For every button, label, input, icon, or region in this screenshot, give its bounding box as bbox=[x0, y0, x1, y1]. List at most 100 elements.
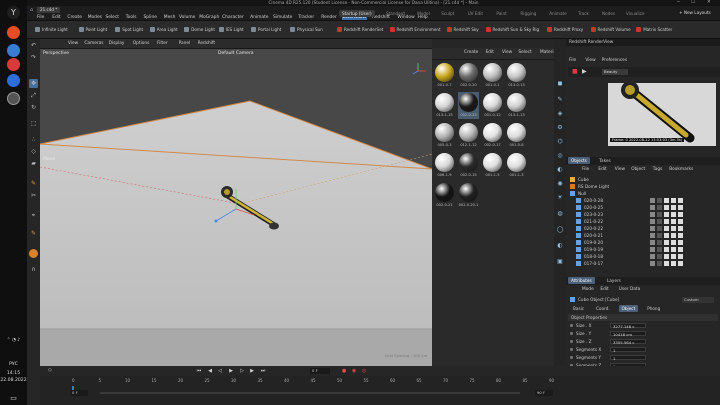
tag-icon[interactable] bbox=[657, 247, 662, 252]
menu-mesh[interactable]: Mesh bbox=[164, 15, 176, 20]
toolbar-item-0[interactable]: Infinite Light bbox=[35, 24, 68, 36]
field-value[interactable]: 1 bbox=[610, 355, 646, 361]
tag-icon[interactable] bbox=[678, 205, 683, 210]
material-menu-create[interactable]: Create bbox=[464, 50, 478, 55]
new-layouts-button[interactable]: + New Layouts bbox=[679, 10, 711, 15]
menu-tracker[interactable]: Tracker bbox=[298, 15, 314, 20]
cube-icon[interactable]: ◼ bbox=[555, 79, 565, 89]
toolbar-item-5[interactable]: IES Light bbox=[218, 24, 244, 36]
clock-time[interactable]: 14:15 bbox=[0, 371, 27, 376]
language-indicator[interactable]: РУС bbox=[0, 362, 27, 367]
tag-icon[interactable] bbox=[671, 219, 676, 224]
magnet-icon[interactable]: ∩ bbox=[29, 265, 38, 274]
prev-frame-icon[interactable]: ◁ bbox=[216, 367, 224, 375]
tag-icon[interactable] bbox=[678, 226, 683, 231]
material-menu-edit[interactable]: Edit bbox=[486, 50, 494, 55]
object-row[interactable]: 017-0-17 bbox=[566, 260, 720, 267]
object-row[interactable]: 018-0-18 bbox=[566, 253, 720, 260]
viewport-menu-cameras[interactable]: Cameras bbox=[84, 41, 103, 46]
next-frame-icon[interactable]: ▷ bbox=[238, 367, 246, 375]
prev-key-icon[interactable]: ◀ bbox=[206, 367, 214, 375]
object-row[interactable]: 019-0-20 bbox=[566, 239, 720, 246]
tag-icon[interactable] bbox=[664, 219, 669, 224]
messenger-icon[interactable] bbox=[7, 44, 20, 57]
tag-icon[interactable] bbox=[671, 212, 676, 217]
material-menu-view[interactable]: View bbox=[502, 50, 512, 55]
tag-icon[interactable] bbox=[650, 233, 655, 238]
tag-icon[interactable] bbox=[650, 198, 655, 203]
tag-icon[interactable] bbox=[650, 226, 655, 231]
points-mode-icon[interactable]: ∴ bbox=[29, 135, 38, 144]
attribute-subtab-object[interactable]: Object bbox=[618, 305, 639, 312]
material-swatch[interactable]: 013-1-13 bbox=[506, 92, 527, 119]
attributes-menu-mode[interactable]: Mode bbox=[582, 287, 594, 292]
range-slider[interactable] bbox=[100, 392, 520, 394]
autokey-icon[interactable]: ◉ bbox=[350, 367, 358, 375]
objects-menu-view[interactable]: View bbox=[615, 167, 625, 172]
end-frame-field[interactable]: 90 F bbox=[535, 390, 553, 396]
object-row[interactable]: 020-0-22 bbox=[566, 225, 720, 232]
yandex-icon[interactable]: Y bbox=[7, 6, 20, 19]
paint-icon[interactable]: ✎ bbox=[29, 229, 38, 238]
file-tab[interactable]: 21.c4d * bbox=[37, 7, 61, 13]
toolbar-item-7[interactable]: Physical Sun bbox=[290, 24, 323, 36]
redshift-icon[interactable] bbox=[29, 249, 38, 258]
attribute-subtab-basic[interactable]: Basic bbox=[570, 305, 587, 312]
render-stop-icon[interactable]: ■ bbox=[572, 68, 578, 75]
tag-icon[interactable] bbox=[671, 226, 676, 231]
scale-tool-icon[interactable]: ⤢ bbox=[29, 91, 38, 100]
menu-modes[interactable]: Modes bbox=[88, 15, 102, 20]
toolbar-item-13[interactable]: Redshift Volume bbox=[590, 24, 631, 36]
attribute-subtab-coord[interactable]: Coord. bbox=[593, 305, 613, 312]
field-value[interactable]: 1 bbox=[610, 347, 646, 353]
tag-icon[interactable] bbox=[678, 261, 683, 266]
tag-icon[interactable] bbox=[678, 198, 683, 203]
deformer-icon[interactable]: ⌬ bbox=[555, 137, 565, 147]
tag-icon[interactable] bbox=[657, 226, 662, 231]
tag-icon[interactable] bbox=[678, 219, 683, 224]
tag-icon[interactable] bbox=[664, 212, 669, 217]
camera-icon[interactable]: ◉ bbox=[555, 179, 565, 189]
tray-icons[interactable]: ⌃ ◔ ♪ bbox=[0, 338, 27, 343]
attributes-menu-user-data[interactable]: User Data bbox=[619, 287, 640, 292]
renderview-menu-preferences[interactable]: Preferences bbox=[602, 58, 627, 63]
layout-tab-10[interactable]: Visualize bbox=[623, 10, 647, 17]
tag-icon[interactable] bbox=[657, 198, 662, 203]
current-frame-field[interactable]: 0 F bbox=[310, 368, 330, 374]
tag-icon[interactable] bbox=[650, 261, 655, 266]
toolbar-item-9[interactable]: Redshift Environment bbox=[389, 24, 441, 36]
viewport-menu-view[interactable]: View bbox=[68, 41, 78, 46]
tag-icon[interactable] bbox=[671, 254, 676, 259]
viewport-menu-options[interactable]: Options bbox=[133, 41, 150, 46]
material-swatch[interactable]: 002-0-20 bbox=[458, 62, 479, 89]
layout-tab-3[interactable]: Sculpt bbox=[438, 10, 457, 17]
cinema4d-icon[interactable] bbox=[7, 74, 20, 87]
viewport-menu-redshift[interactable]: Redshift bbox=[198, 41, 215, 46]
clock-date[interactable]: 22.08.2022 bbox=[0, 378, 27, 383]
objects-menu-edit[interactable]: Edit bbox=[598, 167, 606, 172]
tag-icon[interactable] bbox=[678, 212, 683, 217]
undo-icon[interactable]: ↶ bbox=[29, 41, 38, 50]
rotate-tool-icon[interactable]: ↻ bbox=[29, 103, 38, 112]
scene-icon[interactable]: ◐ bbox=[555, 165, 565, 175]
material-swatch[interactable]: 013-0-13 bbox=[506, 62, 527, 89]
field-icon[interactable]: ◎ bbox=[555, 151, 565, 161]
menu-create[interactable]: Create bbox=[67, 15, 82, 20]
attributes-tab-attributes[interactable]: Attributes bbox=[568, 277, 595, 284]
tag-icon[interactable] bbox=[650, 247, 655, 252]
toolbar-item-12[interactable]: Redshift Proxy bbox=[547, 24, 583, 36]
subdivision-icon[interactable]: ◈ bbox=[555, 109, 565, 119]
tag-icon[interactable] bbox=[678, 254, 683, 259]
sky-icon[interactable]: ◍ bbox=[555, 209, 565, 219]
menu-tools[interactable]: Tools bbox=[126, 15, 137, 20]
attributes-tab-layers[interactable]: Layers bbox=[604, 277, 624, 284]
material-swatch[interactable]: 001-0-1 bbox=[482, 62, 503, 89]
tag-icon[interactable] bbox=[678, 240, 683, 245]
attribute-subtab-phong[interactable]: Phong bbox=[644, 305, 663, 312]
toolbar-item-4[interactable]: Dome Light bbox=[184, 24, 215, 36]
next-key-icon[interactable]: ▶ bbox=[248, 367, 256, 375]
globe-icon[interactable]: ◯ bbox=[555, 225, 565, 235]
move-tool-icon[interactable]: ✥ bbox=[29, 79, 38, 88]
render-preview[interactable]: Frame: 0 2022-08-22 13:53:03 (3m 5s) bbox=[608, 83, 716, 146]
objects-menu-object[interactable]: Object bbox=[631, 167, 645, 172]
